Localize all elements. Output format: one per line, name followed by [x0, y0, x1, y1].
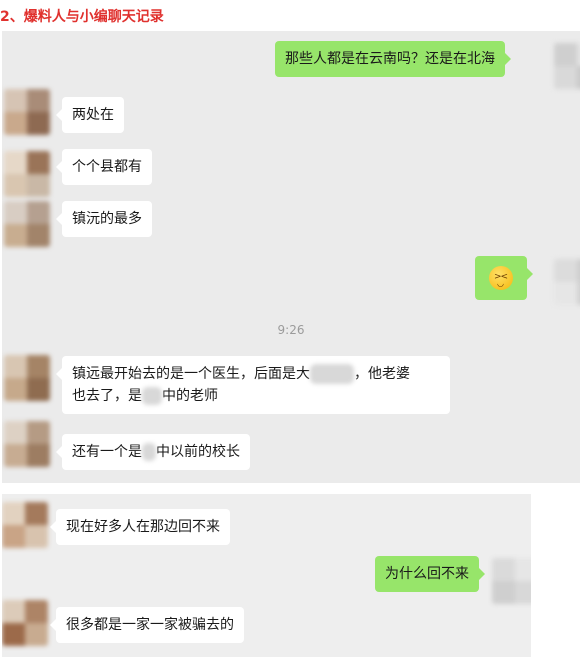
message-text: 现在好多人在那边回不来 [66, 519, 220, 535]
message-bubble-sent[interactable]: 那些人都是在云南吗？还是在北海 [275, 41, 511, 77]
message-bubble-received[interactable]: 镇沅的最多 [56, 201, 152, 237]
redacted-text [142, 443, 156, 461]
chat-screenshot-1: 那些人都是在云南吗？还是在北海 两处在 个个县都有 镇沅的最多 > < ◡ 9:26 [2, 31, 580, 483]
avatar-contact[interactable] [4, 89, 50, 135]
message-text: 那些人都是在云南吗？还是在北海 [285, 51, 495, 67]
message-text: ，他老婆 [354, 366, 410, 382]
avatar-contact[interactable] [4, 421, 50, 467]
message-text: 很多都是一家一家被骗去的 [66, 617, 234, 633]
avatar-contact[interactable] [4, 201, 50, 247]
avatar-contact[interactable] [2, 600, 48, 646]
message-bubble-received[interactable]: 还有一个是 中以前的校长 [56, 434, 250, 470]
avatar-self[interactable] [554, 43, 580, 89]
message-text: 两处在 [72, 107, 114, 123]
message-text: 镇沅的最多 [72, 211, 142, 227]
message-text: 个个县都有 [72, 159, 142, 175]
laughing-emoji-icon: > < ◡ [489, 266, 513, 290]
message-bubble-received[interactable]: 很多都是一家一家被骗去的 [50, 607, 244, 643]
message-text: 也去了，是 [72, 388, 142, 404]
avatar-contact[interactable] [4, 355, 50, 401]
redacted-text [142, 387, 162, 405]
avatar-contact[interactable] [2, 502, 48, 548]
message-text: 还有一个是 [72, 444, 142, 460]
section-heading: 2、爆料人与小编聊天记录 [0, 9, 164, 25]
message-text: 中以前的校长 [156, 444, 240, 460]
message-text: 镇远最开始去的是一个医生，后面是大 [72, 366, 310, 382]
chat-screenshot-2: 现在好多人在那边回不来 为什么回不来 很多都是一家一家被骗去的 [2, 494, 531, 657]
redacted-text [310, 364, 354, 384]
message-bubble-received[interactable]: 个个县都有 [56, 149, 152, 185]
message-text: 中的老师 [162, 388, 218, 404]
message-bubble-sent[interactable]: 为什么回不来 [375, 556, 485, 592]
avatar-self[interactable] [492, 558, 531, 604]
message-bubble-received[interactable]: 现在好多人在那边回不来 [50, 509, 230, 545]
message-bubble-sent[interactable]: > < ◡ [475, 256, 533, 300]
timestamp: 9:26 [277, 323, 305, 337]
message-text: 为什么回不来 [385, 566, 469, 582]
message-bubble-received[interactable]: 镇远最开始去的是一个医生，后面是大 ，他老婆 也去了，是 中的老师 [56, 356, 450, 414]
message-bubble-received[interactable]: 两处在 [56, 97, 124, 133]
avatar-contact[interactable] [4, 151, 50, 197]
avatar-self[interactable] [554, 259, 580, 305]
